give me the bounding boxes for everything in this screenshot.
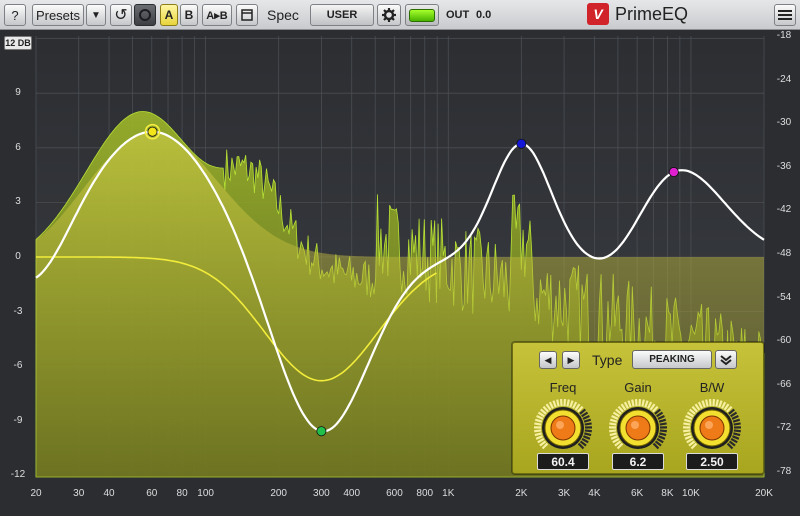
freq-tick-label: 30 — [73, 488, 85, 499]
freq-tick-label: 60 — [146, 488, 158, 499]
filter-type-select[interactable]: PEAKING — [632, 350, 712, 369]
freq-tick-label: 80 — [176, 488, 188, 499]
right-tick-label: -54 — [776, 291, 792, 303]
range-badge[interactable]: 12 DB — [4, 36, 32, 50]
right-tick-label: -18 — [776, 30, 792, 41]
filter-type-dropdown-button[interactable] — [715, 350, 737, 369]
right-tick-label: -66 — [776, 378, 792, 390]
gain-knob[interactable] — [607, 397, 669, 459]
left-tick-label: -9 — [13, 414, 23, 426]
next-band-button[interactable]: ▶ — [562, 351, 580, 369]
freq-tick-label: 100 — [197, 488, 214, 499]
left-tick-label: 9 — [15, 87, 21, 99]
freq-tick-label: 300 — [313, 488, 330, 499]
freq-tick-label: 20K — [755, 488, 773, 499]
freq-tick-label: 3K — [557, 488, 571, 499]
double-chevron-down-icon — [720, 354, 732, 365]
right-tick-label: -36 — [776, 160, 792, 172]
left-tick-label: 6 — [15, 141, 21, 153]
freq-tick-label: 40 — [103, 488, 115, 499]
right-tick-label: -78 — [776, 466, 792, 477]
left-tick-label: -6 — [13, 360, 23, 372]
gain-value[interactable]: 6.2 — [612, 453, 664, 470]
next-arrow-icon: ▶ — [567, 354, 575, 365]
freq-tick-label: 8K — [661, 488, 674, 499]
freq-label: Freq — [549, 380, 577, 395]
freq-tick-label: 10K — [682, 488, 700, 499]
right-tick-label: -30 — [776, 117, 792, 129]
band-4-handle[interactable] — [668, 167, 679, 178]
freq-knob[interactable] — [532, 397, 594, 459]
bw-value[interactable]: 2.50 — [686, 453, 738, 470]
right-tick-label: -72 — [776, 422, 792, 434]
freq-tick-label: 200 — [270, 488, 287, 499]
type-label: Type — [592, 352, 623, 368]
left-tick-label: -12 — [10, 469, 26, 481]
freq-tick-label: 2K — [515, 488, 528, 499]
bw-label: B/W — [699, 380, 725, 395]
right-tick-label: -24 — [776, 73, 792, 85]
freq-tick-label: 1K — [442, 488, 455, 499]
band-3-handle[interactable] — [516, 138, 527, 149]
right-tick-label: -48 — [776, 248, 792, 259]
right-tick-label: -60 — [776, 335, 792, 347]
bw-knob[interactable] — [681, 397, 743, 459]
band-panel: ◀ ▶ Type PEAKING Freq Gain B/W 60.4 6.2 … — [512, 342, 764, 474]
gain-label: Gain — [624, 380, 652, 395]
band-1-handle[interactable] — [147, 126, 158, 137]
freq-tick-label: 4K — [588, 488, 601, 499]
freq-tick-label: 6K — [630, 488, 644, 499]
left-tick-label: 0 — [15, 251, 21, 262]
freq-tick-label: 400 — [343, 488, 361, 499]
freq-tick-label: 20 — [30, 488, 42, 499]
right-tick-label: -42 — [776, 204, 792, 216]
left-tick-label: -3 — [13, 305, 23, 317]
freq-tick-label: 800 — [416, 488, 434, 499]
freq-value[interactable]: 60.4 — [537, 453, 589, 470]
band-2-handle[interactable] — [316, 426, 327, 437]
prev-arrow-icon: ◀ — [544, 354, 552, 365]
left-tick-label: 3 — [15, 196, 21, 208]
prev-band-button[interactable]: ◀ — [539, 351, 557, 369]
freq-tick-label: 600 — [386, 488, 403, 499]
